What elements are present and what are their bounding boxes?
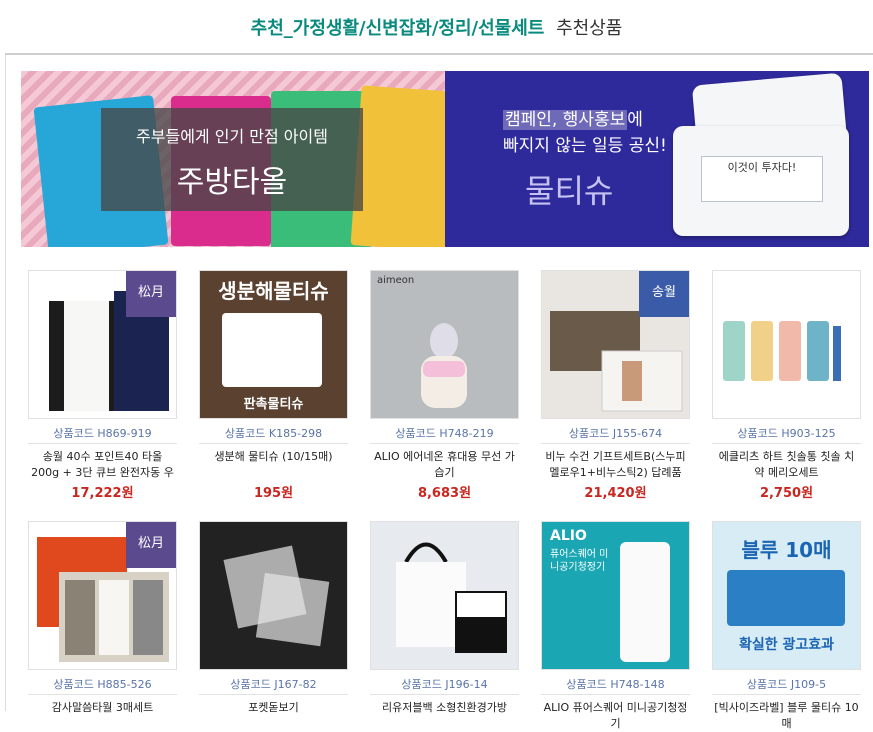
banner-tagline-highlight: 캠페인, 행사홍보 (503, 110, 628, 130)
product-image[interactable] (199, 521, 348, 670)
tissue-pack-image (222, 313, 322, 387)
banner-caption-line2: 주방타올 (176, 165, 288, 200)
image-brand: aimeon (377, 275, 415, 286)
banner-headline: 물티슈 (525, 172, 614, 210)
image-subtext: 퓨어스퀘어 미니공기청정기 (550, 549, 609, 573)
product-code: 상품코드 J167-82 (230, 678, 317, 691)
brand-badge: 松月 (126, 522, 176, 568)
product-price: 17,222원 (71, 486, 134, 501)
product-image[interactable]: aimeon (370, 270, 519, 419)
banner-kitchen-towel[interactable]: 주부들에게 인기 만점 아이템 주방타올 (21, 71, 445, 247)
product-code: 상품코드 H748-148 (566, 678, 665, 691)
image-subtext: 확실한 광고효과 (738, 637, 835, 653)
divider (199, 443, 348, 444)
banner-caption-line1: 주부들에게 인기 만점 아이템 (136, 127, 328, 146)
product-price: 2,750원 (759, 486, 814, 501)
banner-tagline-suffix: 에 (627, 110, 643, 130)
product-code: 상품코드 K185-298 (224, 427, 323, 440)
product-name[interactable]: 송월 40수 포인트40 타올 200g + 3단 큐브 완전자동 우산 2P … (30, 449, 175, 481)
brand-badge: 松月 (126, 271, 176, 317)
product-price: 21,420원 (584, 486, 647, 501)
product-name[interactable]: ALIO 퓨어스퀘어 미니공기청정기 (543, 700, 688, 732)
product-image[interactable]: 송월 (541, 270, 690, 419)
divider (28, 443, 177, 444)
divider (712, 443, 861, 444)
content-border (5, 55, 6, 711)
product-code: 상품코드 J155-674 (568, 427, 663, 440)
tissue-pack-image (727, 570, 845, 626)
product-name[interactable]: 비누 수건 기프트세트B(스누피 멜로우1+비누스틱2) 답례품 단체… (543, 449, 688, 481)
towel-image-yellow (350, 85, 445, 247)
banner-tagline: 캠페인, 행사홍보 에 빠지지 않는 일등 공신! (503, 107, 667, 159)
divider (370, 443, 519, 444)
product-price: 195원 (253, 486, 294, 501)
product-code: 상품코드 J196-14 (401, 678, 488, 691)
pack-label: 이것이 투자다! (701, 156, 823, 202)
category-title: 추천_가정생활/신변잡화/정리/선물세트 (250, 18, 545, 39)
product-price: 8,683원 (417, 486, 472, 501)
pack-label-text: 이것이 투자다! (727, 161, 797, 174)
image-text: 생분해물티슈 (218, 279, 329, 303)
product-code: 상품코드 H885-526 (53, 678, 152, 691)
product-code: 상품코드 H748-219 (395, 427, 494, 440)
divider (199, 694, 348, 695)
divider (28, 694, 177, 695)
title-divider (5, 53, 873, 55)
product-image[interactable]: 생분해물티슈 판촉물티슈 (199, 270, 348, 419)
product-image[interactable]: 松月 (28, 270, 177, 419)
product-code: 상품코드 H869-919 (53, 427, 152, 440)
divider (541, 694, 690, 695)
divider (370, 694, 519, 695)
product-name[interactable]: 리유저블백 소형친환경가방 (372, 700, 517, 732)
product-image[interactable]: 블루 10매 확실한 광고효과 (712, 521, 861, 670)
product-name[interactable]: 감사말씀타월 3매세트 (30, 700, 175, 732)
product-code: 상품코드 J109-5 (746, 678, 827, 691)
product-image[interactable] (712, 270, 861, 419)
product-code: 상품코드 H903-125 (737, 427, 836, 440)
recommended-label: 추천상품 (556, 18, 623, 39)
product-name[interactable]: 생분해 물티슈 (10/15매) (201, 449, 346, 481)
image-text: 블루 10매 (741, 538, 832, 562)
product-name[interactable]: 에클리츠 하트 칫솔통 칫솔 치약 메리오세트 (714, 449, 859, 481)
divider (541, 443, 690, 444)
product-image[interactable] (370, 521, 519, 670)
brand-badge: 송월 (639, 271, 689, 317)
product-image[interactable]: ALIO 퓨어스퀘어 미니공기청정기 (541, 521, 690, 670)
banner-wet-tissue[interactable]: 캠페인, 행사홍보 에 빠지지 않는 일등 공신! 물티슈 이것이 투자다! (445, 71, 869, 247)
divider (712, 694, 861, 695)
image-brand: ALIO (550, 528, 587, 544)
product-name[interactable]: 포켓돋보기 (201, 700, 346, 732)
image-subtext: 판촉물티슈 (243, 397, 304, 412)
page-title: 추천_가정생활/신변잡화/정리/선물세트 추천상품 (0, 14, 873, 40)
wet-tissue-pack-image: 이것이 투자다! (673, 126, 849, 236)
banner-tagline-line2: 빠지지 않는 일등 공신! (503, 136, 667, 156)
product-name[interactable]: ALIO 에어네온 휴대용 무선 가습기 (372, 449, 517, 481)
banner-caption: 주부들에게 인기 만점 아이템 주방타올 (101, 108, 363, 211)
product-image[interactable]: 松月 (28, 521, 177, 670)
product-name[interactable]: [빅사이즈라벨] 블루 물티슈 10매 (714, 700, 859, 732)
air-purifier-image (620, 542, 670, 662)
